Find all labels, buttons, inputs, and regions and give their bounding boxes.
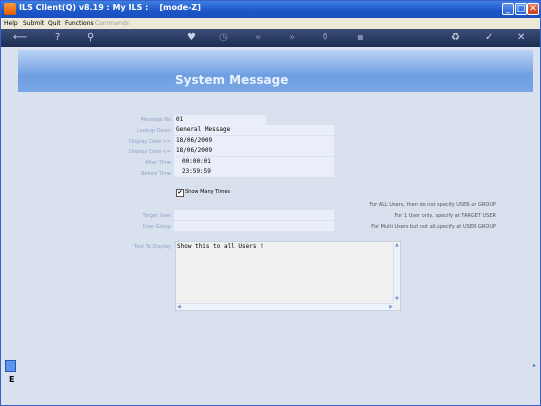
side-panel-icon[interactable] <box>5 360 16 372</box>
app-icon <box>4 3 16 15</box>
maximize-button[interactable]: □ <box>515 3 527 15</box>
cancel-icon[interactable]: ✕ <box>517 32 525 44</box>
menu-quit[interactable]: Quit <box>48 18 61 29</box>
target-user-label: Target User <box>142 213 171 219</box>
user-group-field[interactable] <box>174 221 334 231</box>
page-title: System Message <box>175 73 289 87</box>
text-to-display-value: Show this to all Users ! <box>177 243 264 250</box>
text-to-display-textarea[interactable]: Show this to all Users ! ▲ ▼ ◀ ▶ <box>175 241 401 311</box>
horizontal-scrollbar[interactable]: ◀ ▶ <box>176 303 394 310</box>
hint-multi-users: For Multi Users but not all,specify at U… <box>371 224 496 230</box>
right-handle-icon[interactable]: ▸ <box>533 362 536 369</box>
display-date-from-field[interactable]: 18/06/2009 <box>174 136 334 146</box>
target-user-field[interactable] <box>174 210 334 220</box>
before-time-label: Before Time <box>140 171 171 177</box>
message-no-label: Message No <box>140 117 171 123</box>
menu-bar: Help Submit Quit Functions Commands <box>1 18 540 29</box>
text-to-display-label: Text To Display <box>134 244 171 250</box>
before-time-field[interactable]: 23:59:59 <box>174 167 334 177</box>
menu-submit[interactable]: Submit <box>23 18 44 29</box>
check-icon[interactable]: ✓ <box>485 32 493 44</box>
scroll-up-icon[interactable]: ▲ <box>395 242 399 248</box>
clock-icon[interactable]: ◷ <box>219 32 228 44</box>
title-bar: ILS Client(Q) v8.19 : My ILS : [mode-Z] … <box>1 1 540 18</box>
lookup-descr-field[interactable]: General Message <box>174 125 334 135</box>
back-arrow-icon[interactable]: ⟵ <box>13 32 27 44</box>
scroll-down-icon[interactable]: ▼ <box>395 296 399 302</box>
heart-icon[interactable]: ♥ <box>187 32 196 44</box>
toolbar: ⟵ ? ⚲ ♥ ◷ « » ⚱ ▪ ♻ ✓ ✕ <box>1 29 540 47</box>
user-group-label: User Group <box>142 224 171 230</box>
forward-icon[interactable]: » <box>289 32 295 44</box>
menu-commands[interactable]: Commands <box>95 18 129 29</box>
display-date-to-field[interactable]: 18/06/2009 <box>174 146 334 156</box>
search-icon[interactable]: ⚲ <box>87 32 94 44</box>
after-time-field[interactable]: 00:00:01 <box>174 157 334 167</box>
vertical-scrollbar[interactable]: ▲ ▼ <box>393 242 400 302</box>
scroll-left-icon[interactable]: ◀ <box>177 304 181 310</box>
e-icon[interactable]: E <box>9 375 14 384</box>
hint-one-user: For 1 User only, specify at TARGET USER <box>394 213 496 219</box>
help-icon[interactable]: ? <box>55 32 60 44</box>
rewind-icon[interactable]: « <box>255 32 261 44</box>
hint-all-users: For ALL Users, then do not specify USER … <box>369 202 496 208</box>
window-title: ILS Client(Q) v8.19 : My ILS : [mode-Z] <box>19 3 201 12</box>
display-date-to-label: Display Date <= <box>129 149 171 155</box>
show-many-times-label: Show Many Times <box>185 189 231 195</box>
menu-help[interactable]: Help <box>4 18 18 29</box>
close-button[interactable]: ✕ <box>527 3 539 15</box>
lookup-descr-label: Lookup Descr <box>137 128 171 134</box>
app-window: ILS Client(Q) v8.19 : My ILS : [mode-Z] … <box>0 0 541 406</box>
show-many-times-checkbox[interactable]: ✔ <box>176 189 184 197</box>
display-date-from-label: Display Date >= <box>129 139 171 145</box>
minimize-button[interactable]: _ <box>502 3 514 15</box>
refresh-icon[interactable]: ♻ <box>451 32 460 44</box>
filter-icon[interactable]: ⚱ <box>321 32 329 44</box>
message-no-field[interactable]: 01 <box>174 115 266 125</box>
page-banner: System Message <box>18 50 533 92</box>
menu-functions[interactable]: Functions <box>65 18 94 29</box>
save-icon[interactable]: ▪ <box>357 32 364 44</box>
scroll-right-icon[interactable]: ▶ <box>389 304 393 310</box>
after-time-label: After Time <box>145 160 171 166</box>
